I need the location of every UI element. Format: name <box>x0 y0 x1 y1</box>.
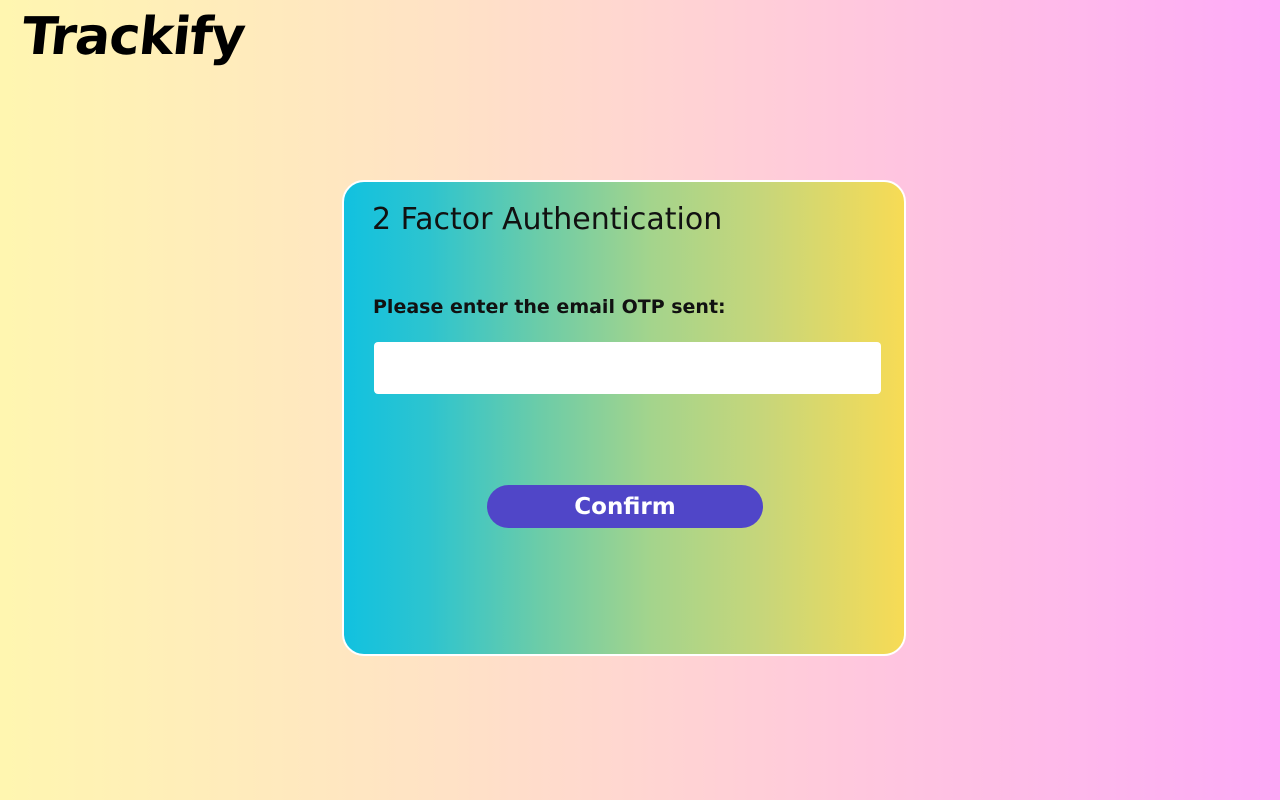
otp-label: Please enter the email OTP sent: <box>373 296 726 318</box>
card-title: 2 Factor Authentication <box>372 202 723 237</box>
otp-input[interactable] <box>374 342 881 394</box>
two-factor-auth-card: 2 Factor Authentication Please enter the… <box>342 180 906 656</box>
confirm-button[interactable]: Confirm <box>487 485 763 528</box>
app-logo: Trackify <box>18 7 248 67</box>
